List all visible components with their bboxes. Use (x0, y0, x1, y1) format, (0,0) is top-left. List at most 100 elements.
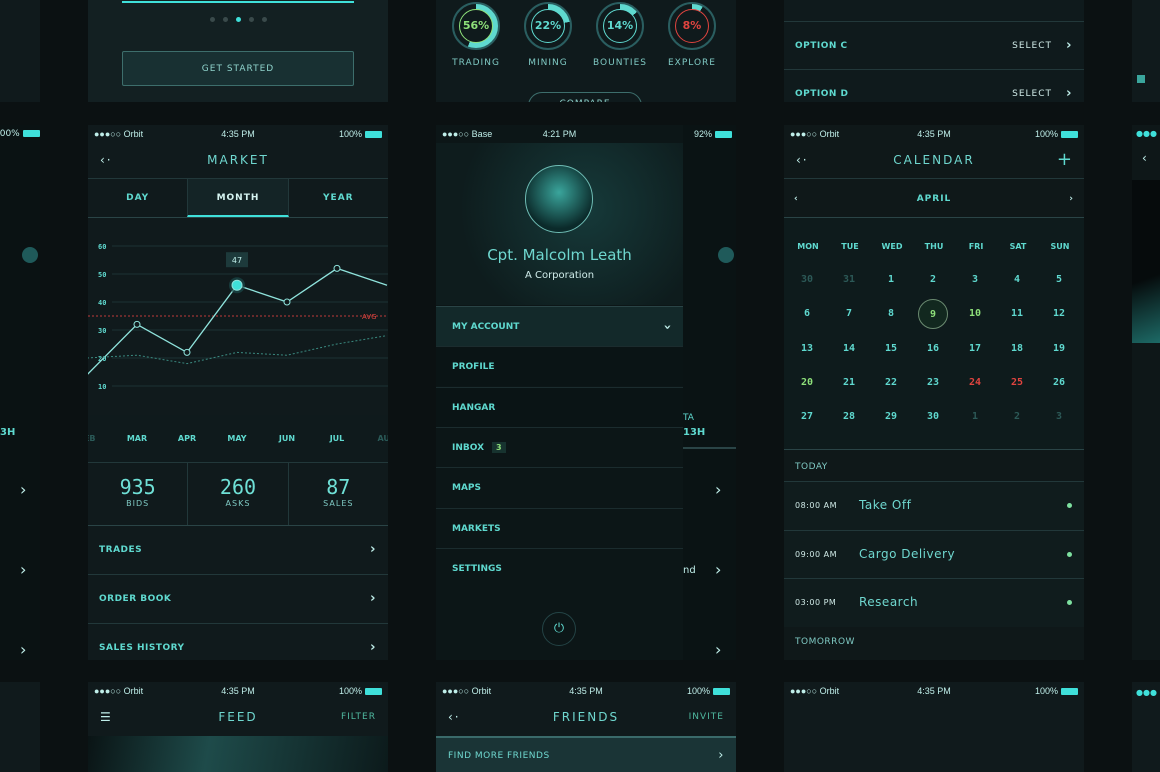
battery-text: 92% (693, 129, 712, 139)
onboarding-screen: GET STARTED (88, 0, 388, 102)
tab-year[interactable]: YEAR (289, 179, 388, 217)
menu-icon[interactable]: ☰ (100, 699, 113, 735)
power-icon: ⏻ (553, 621, 565, 636)
pager-dot[interactable] (248, 17, 254, 22)
pager-dot[interactable] (209, 17, 215, 22)
day-cell[interactable]: 18 (1002, 334, 1032, 364)
tab-day[interactable]: DAY (88, 179, 187, 217)
chevron-right-icon[interactable]: › (20, 640, 26, 659)
back-arrow-icon[interactable]: ‹ (1142, 151, 1147, 165)
back-arrow-icon[interactable]: ‹· (796, 142, 809, 178)
menu-item-maps[interactable]: MAPS (436, 467, 683, 507)
gauge-value: 22% (531, 9, 565, 43)
day-cell[interactable]: 15 (876, 334, 906, 364)
gauge-explore[interactable]: 8% (668, 2, 716, 50)
day-cell[interactable]: 25 (1002, 368, 1032, 398)
day-cell[interactable]: 1 (876, 265, 906, 295)
profile-drawer: ●●●○○ Base 4:21 PM Cpt. Malcolm Leath A C… (436, 125, 683, 660)
chevron-right-icon[interactable]: › (20, 480, 26, 499)
day-cell[interactable]: 13 (792, 334, 822, 364)
day-cell-today[interactable]: 9 (918, 299, 948, 330)
tooltip-value: 47 (232, 256, 242, 265)
pager-dot[interactable] (261, 17, 267, 22)
day-cell[interactable]: 2 (1002, 402, 1032, 432)
chevron-right-icon[interactable]: › (715, 640, 721, 659)
invite-button[interactable]: INVITE (689, 699, 724, 735)
day-cell[interactable]: 3 (960, 265, 990, 295)
stat-value: 935 (119, 475, 156, 499)
chevron-right-icon[interactable]: › (20, 560, 26, 579)
event-time: 09:00 AM (795, 549, 837, 559)
day-cell[interactable]: 17 (960, 334, 990, 364)
day-cell[interactable]: 22 (876, 368, 906, 398)
day-cell[interactable]: 6 (792, 299, 822, 329)
option-row[interactable]: OPTION D SELECT › (784, 69, 1084, 102)
pager-dot[interactable] (235, 17, 241, 22)
weekday-label: MON (797, 242, 819, 251)
day-cell[interactable]: 30 (792, 265, 822, 295)
menu-item-hangar[interactable]: HANGAR (436, 386, 683, 427)
row-order-book[interactable]: ORDER BOOK › (88, 574, 388, 623)
event-row[interactable]: 03:00 PM Research (784, 578, 1084, 627)
weekday-label: TUE (841, 242, 859, 251)
prev-month-button[interactable]: ‹ (794, 179, 799, 219)
day-cell[interactable]: 8 (876, 299, 906, 329)
power-button[interactable]: ⏻ (542, 612, 576, 646)
day-cell[interactable]: 31 (834, 265, 864, 295)
day-cell[interactable]: 12 (1044, 299, 1074, 329)
find-friends-row[interactable]: FIND MORE FRIENDS › (436, 736, 736, 772)
day-cell[interactable]: 19 (1044, 334, 1074, 364)
day-cell[interactable]: 16 (918, 334, 948, 364)
day-cell[interactable]: 2 (918, 265, 948, 295)
next-month-button[interactable]: › (1069, 179, 1074, 219)
option-row[interactable]: OPTION C SELECT › (784, 21, 1084, 69)
gauge-bounties[interactable]: 14% (596, 2, 644, 50)
battery-text: 100% (0, 129, 20, 139)
day-cell[interactable]: 21 (834, 368, 864, 398)
day-cell[interactable]: 24 (960, 368, 990, 398)
row-sales-history[interactable]: SALES HISTORY › (88, 623, 388, 660)
day-cell[interactable]: 20 (792, 368, 822, 398)
day-cell[interactable]: 7 (834, 299, 864, 329)
day-cell[interactable]: 3 (1044, 402, 1074, 432)
day-cell[interactable]: 10 (960, 299, 990, 329)
back-arrow-icon[interactable]: ‹· (448, 699, 461, 735)
pager-dots[interactable] (88, 17, 388, 22)
filter-button[interactable]: FILTER (341, 699, 376, 735)
menu-item-inbox[interactable]: INBOX 3 (436, 426, 683, 467)
day-cell[interactable]: 11 (1002, 299, 1032, 329)
pager-dot[interactable] (222, 17, 228, 22)
chevron-right-icon[interactable]: › (715, 560, 721, 579)
tab-month[interactable]: MONTH (187, 179, 289, 217)
day-cell[interactable]: 30 (918, 402, 948, 432)
day-cell[interactable]: 14 (834, 334, 864, 364)
menu-item-profile[interactable]: PROFILE (436, 346, 683, 387)
chevron-right-icon[interactable]: › (715, 480, 721, 499)
gauge-trading[interactable]: 56% (452, 2, 500, 50)
event-row[interactable]: 09:00 AM Cargo Delivery (784, 529, 1084, 578)
day-cell[interactable]: 23 (918, 368, 948, 398)
menu-item-settings[interactable]: SETTINGS (436, 547, 683, 588)
event-title: Cargo Delivery (859, 546, 956, 561)
row-trades[interactable]: TRADES › (88, 525, 388, 574)
stat-sales: 87 SALES (287, 463, 388, 525)
back-arrow-icon[interactable]: ‹· (100, 142, 113, 178)
day-cell[interactable]: 26 (1044, 368, 1074, 398)
day-cell[interactable]: 28 (834, 402, 864, 432)
menu-item-my-account[interactable]: MY ACCOUNT › (436, 306, 683, 346)
menu-item-markets[interactable]: MARKETS (436, 507, 683, 548)
day-cell[interactable]: 4 (1002, 265, 1032, 295)
day-cell[interactable]: 27 (792, 402, 822, 432)
stat-value: 260 (219, 475, 257, 499)
compare-button[interactable]: COMPARE (528, 92, 642, 102)
day-cell[interactable]: 29 (876, 402, 906, 432)
get-started-button[interactable]: GET STARTED (122, 51, 354, 86)
add-icon[interactable]: + (1057, 142, 1074, 178)
avatar[interactable] (525, 165, 593, 233)
day-cell[interactable]: 1 (960, 402, 990, 432)
partial-label: TA (683, 413, 694, 423)
day-cell[interactable]: 5 (1044, 265, 1074, 295)
gauge-mining[interactable]: 22% (524, 2, 572, 50)
event-row[interactable]: 08:00 AM Take Off (784, 481, 1084, 530)
x-tick-label: JUN (278, 434, 295, 443)
